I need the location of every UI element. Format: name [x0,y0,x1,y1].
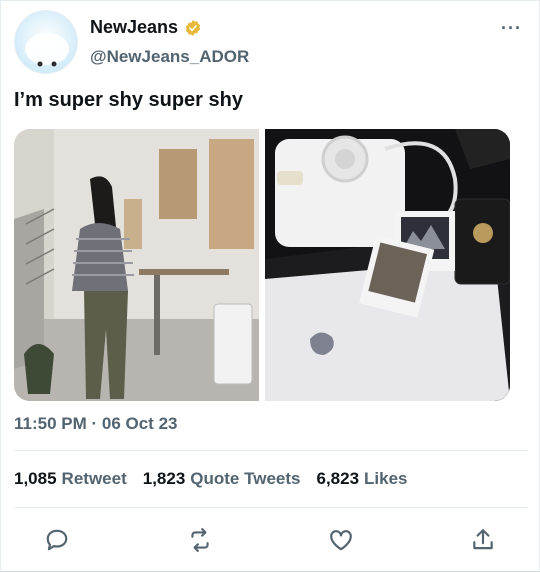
tweet-text: I’m super shy super shy [14,89,243,111]
likes-stat[interactable]: 6,823 Likes [316,469,407,489]
like-icon [330,530,352,551]
share-button[interactable] [467,524,499,556]
photo-studio[interactable] [14,129,259,401]
retweet-button[interactable] [184,524,216,556]
tweet-stats: 1,085 Retweet 1,823 Quote Tweets 6,823 Like… [14,469,408,489]
retweets-count: 1,085 [14,469,57,488]
reply-button[interactable] [41,524,73,556]
likes-label: Likes [364,469,408,488]
retweet-icon [191,528,209,552]
divider [14,450,528,451]
quote-tweets-label: Quote Tweets [190,469,301,488]
share-icon [473,529,493,550]
tweet-media[interactable] [14,129,510,401]
retweets-label: Retweet [61,469,127,488]
quote-tweets-stat[interactable]: 1,823 Quote Tweets [143,469,301,489]
more-options-icon[interactable]: ··· [501,19,522,37]
handle[interactable]: @NewJeans_ADOR [90,47,249,67]
likes-count: 6,823 [316,469,360,488]
retweets-stat[interactable]: 1,085 Retweet [14,469,127,489]
photo-camera[interactable] [265,129,510,401]
tweet-timestamp[interactable]: 11:50 PM · 06 Oct 23 [14,414,177,434]
verified-badge-icon [185,19,201,36]
display-name[interactable]: NewJeans [90,17,178,38]
reply-icon [46,529,68,551]
quote-tweets-count: 1,823 [142,469,186,488]
tweet-actions [0,520,540,560]
avatar[interactable] [14,10,78,74]
divider [14,507,528,508]
like-button[interactable] [325,524,357,556]
